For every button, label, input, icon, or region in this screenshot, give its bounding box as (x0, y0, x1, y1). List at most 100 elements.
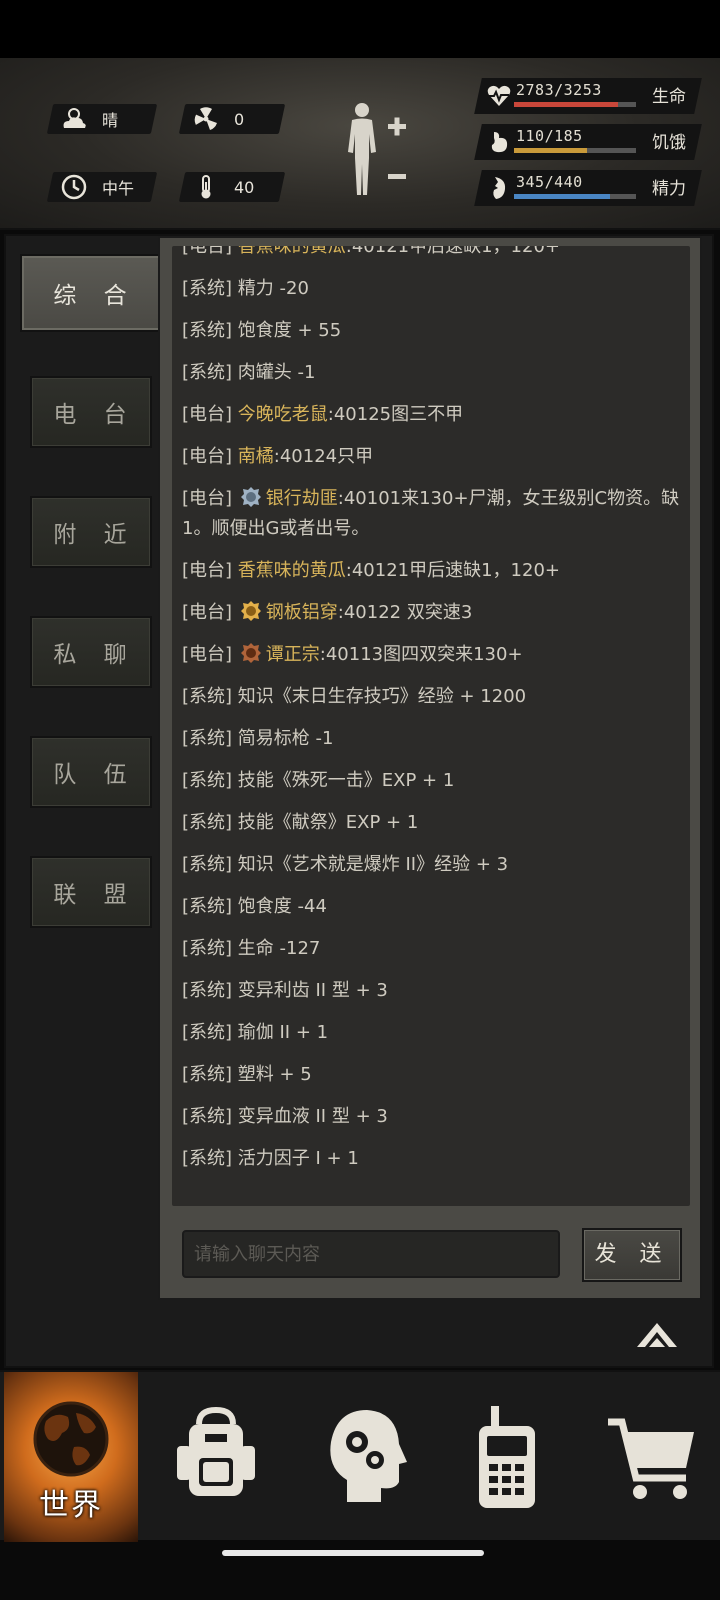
message-text: :40121甲后速缺1，120+ (345, 560, 560, 581)
chat-message: [系统] 精力 -20 (182, 274, 682, 304)
message-text: 变异血液 II 型 + 3 (237, 1106, 388, 1127)
health-bar-fill (514, 102, 619, 107)
message-text: 知识《末日生存技巧》经验 + 1200 (237, 686, 527, 707)
nav-shop[interactable] (596, 1372, 706, 1542)
chat-message: [系统] 饱食度 + 55 (182, 316, 682, 346)
message-channel-tag: [系统] (182, 980, 233, 1001)
radiation-chip: 0 (178, 104, 286, 134)
message-channel-tag: [系统] (182, 1022, 233, 1043)
message-text: 知识《艺术就是爆炸 II》经验 + 3 (237, 854, 509, 875)
message-text: :40113图四双突来130+ (319, 644, 523, 665)
nav-skills[interactable] (316, 1372, 412, 1542)
message-channel-tag: [电台] (182, 488, 233, 509)
chat-message: [系统] 塑料 + 5 (182, 1060, 682, 1090)
message-text: :40125图三不甲 (327, 404, 464, 425)
shopping-cart-icon (608, 1418, 694, 1499)
chat-message: [系统] 知识《艺术就是爆炸 II》经验 + 3 (182, 850, 682, 880)
radiation-icon (194, 107, 217, 130)
send-button[interactable]: 发 送 (582, 1228, 682, 1282)
hunger-stat: 110/185 饥饿 (474, 124, 702, 160)
tab-team[interactable]: 队 伍 (30, 736, 152, 808)
chat-message: [系统] 技能《献祭》EXP + 1 (182, 808, 682, 838)
tab-general[interactable]: 综 合 (20, 254, 162, 332)
message-text: 简易标枪 -1 (237, 728, 334, 749)
chat-message: [电台] 南橘:40124只甲 (182, 442, 682, 472)
chat-message: [电台] 香蕉味的黄瓜:40121甲后速缺1，120+ (182, 246, 682, 262)
weather-chip: 晴 (46, 104, 158, 134)
message-sender[interactable]: 谭正宗 (266, 644, 320, 665)
chat-message: [电台] 银行劫匪:40101来130+尸潮，女王级别C物资。缺1。顺便出G或者… (182, 484, 682, 544)
message-sender[interactable]: 香蕉味的黄瓜 (238, 246, 346, 257)
energy-bar-fill (514, 194, 610, 199)
message-channel-tag: [电台] (182, 446, 233, 467)
tab-private[interactable]: 私 聊 (30, 616, 152, 688)
message-sender[interactable]: 钢板铝穿 (266, 602, 338, 623)
message-text: 饱食度 -44 (237, 896, 327, 917)
weather-text: 晴 (102, 111, 119, 130)
message-channel-tag: [系统] (182, 1064, 233, 1085)
nav-backpack[interactable] (168, 1372, 264, 1542)
player-badge-icon[interactable] (240, 600, 262, 622)
message-channel-tag: [电台] (182, 602, 233, 623)
message-channel-tag: [系统] (182, 278, 233, 299)
message-text: 技能《献祭》EXP + 1 (237, 812, 419, 833)
message-channel-tag: [系统] (182, 812, 233, 833)
message-channel-tag: [系统] (182, 770, 233, 791)
message-text: 肉罐头 -1 (237, 362, 316, 383)
health-label: 生命 (652, 87, 686, 107)
home-indicator (222, 1550, 484, 1556)
head-gears-icon (330, 1410, 407, 1502)
hunger-bar-fill (514, 148, 587, 153)
message-sender[interactable]: 香蕉味的黄瓜 (238, 560, 346, 581)
message-text: 生命 -127 (237, 938, 321, 959)
player-badge-icon[interactable] (240, 486, 262, 508)
chat-message: [系统] 简易标枪 -1 (182, 724, 682, 754)
thermometer-icon (201, 175, 211, 199)
top-status-panel: 晴 0 中午 40 2783/3253 生命 110/185 饥饿 345/44… (0, 58, 720, 230)
nav-radio[interactable] (458, 1372, 554, 1542)
message-text: 饱食度 + 55 (237, 320, 342, 341)
message-channel-tag: [系统] (182, 728, 233, 749)
chat-message: [系统] 活力因子 I + 1 (182, 1144, 682, 1174)
stomach-icon (491, 132, 508, 153)
chat-input[interactable] (182, 1230, 560, 1278)
nav-world-label: 世界 (39, 1488, 103, 1523)
message-sender[interactable]: 南橘 (238, 446, 274, 467)
tab-radio[interactable]: 电 台 (30, 376, 152, 448)
message-channel-tag: [电台] (182, 560, 233, 581)
tab-nearby[interactable]: 附 近 (30, 496, 152, 568)
message-channel-tag: [系统] (182, 1148, 233, 1169)
chat-log[interactable]: [电台] 香蕉味的黄瓜:40121甲后速缺1，120+ [系统] 精力 -20 [系… (172, 246, 690, 1206)
message-sender[interactable]: 银行劫匪 (266, 488, 338, 509)
message-channel-tag: [系统] (182, 854, 233, 875)
walkie-talkie-icon (479, 1406, 535, 1508)
message-channel-tag: [电台] (182, 404, 233, 425)
chat-message: [电台] 谭正宗:40113图四双突来130+ (182, 640, 682, 670)
energy-stat: 345/440 精力 (474, 170, 702, 206)
chat-message: [系统] 瑜伽 II + 1 (182, 1018, 682, 1048)
chat-message: [系统] 饱食度 -44 (182, 892, 682, 922)
message-text: :40122 双突速3 (337, 602, 473, 623)
chat-message: [系统] 技能《殊死一击》EXP + 1 (182, 766, 682, 796)
message-channel-tag: [系统] (182, 896, 233, 917)
hunger-value: 110/185 (516, 127, 583, 145)
body-status-figure-icon[interactable] (340, 100, 420, 210)
chat-message: [系统] 变异血液 II 型 + 3 (182, 1102, 682, 1132)
player-badge-icon[interactable] (240, 642, 262, 664)
chat-message: [电台] 香蕉味的黄瓜:40121甲后速缺1，120+ (182, 556, 682, 586)
chat-message: [系统] 肉罐头 -1 (182, 358, 682, 388)
backpack-icon (177, 1406, 255, 1496)
message-channel-tag: [系统] (182, 938, 233, 959)
collapse-up-icon[interactable] (634, 1318, 680, 1350)
radiation-value: 0 (234, 109, 245, 129)
weather-cloud-icon (63, 108, 86, 128)
message-channel-tag: [系统] (182, 320, 233, 341)
message-text: :40121甲后速缺1，120+ (345, 246, 560, 257)
message-sender[interactable]: 今晚吃老鼠 (238, 404, 328, 425)
chat-message: [系统] 变异利齿 II 型 + 3 (182, 976, 682, 1006)
message-text: :40124只甲 (273, 446, 374, 467)
health-stat: 2783/3253 生命 (474, 78, 702, 114)
message-channel-tag: [系统] (182, 686, 233, 707)
tab-alliance[interactable]: 联 盟 (30, 856, 152, 928)
nav-world[interactable]: 世界 (4, 1372, 138, 1542)
